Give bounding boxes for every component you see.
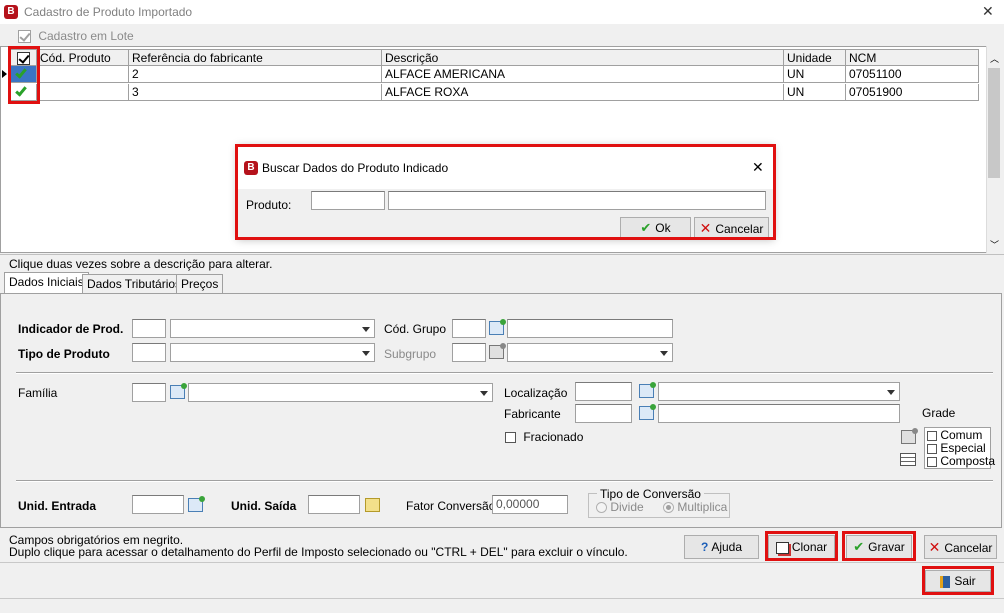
col-ncm[interactable]: NCM — [846, 49, 979, 66]
multiplica-radio[interactable] — [663, 502, 674, 514]
tipo-label: Tipo de Produto — [18, 347, 110, 361]
fabricante-lookup-icon[interactable] — [639, 404, 656, 420]
highlight-check-column — [8, 46, 40, 104]
divide-radio[interactable] — [596, 502, 607, 514]
fracionado-option[interactable]: Fracionado — [505, 430, 583, 444]
fator-input[interactable]: 0,00000 — [492, 495, 568, 514]
highlight-dialog — [235, 144, 776, 240]
subgrupo-lookup-icon[interactable] — [489, 343, 506, 359]
tab-precos[interactable]: Preços — [176, 274, 224, 293]
tipo-combo[interactable] — [170, 343, 375, 362]
indicador-combo[interactable] — [170, 319, 375, 338]
grade-composta-checkbox[interactable] — [927, 456, 937, 467]
fracionado-checkbox[interactable] — [505, 432, 516, 444]
batch-checkbox[interactable] — [18, 30, 31, 44]
grade-label: Grade — [922, 406, 956, 420]
unid-saida-input[interactable] — [308, 495, 360, 514]
unid-saida-lookup-icon[interactable] — [365, 498, 380, 512]
fabricante-desc-input[interactable] — [658, 404, 900, 423]
fracionado-label: Fracionado — [523, 430, 584, 444]
familia-combo[interactable] — [188, 383, 493, 402]
cod-grupo-label: Cód. Grupo — [384, 322, 447, 336]
fabricante-code-input[interactable] — [575, 404, 632, 423]
col-referencia[interactable]: Referência do fabricante — [129, 49, 382, 66]
footer-divider — [0, 562, 1004, 563]
row-2-ncm[interactable]: 07051900 — [846, 84, 979, 101]
cancelar-button[interactable]: ✕ Cancelar — [924, 535, 997, 559]
row-1-ncm[interactable]: 07051100 — [846, 66, 979, 83]
unid-saida-label: Unid. Saída — [231, 499, 297, 513]
row-2-unidade[interactable]: UN — [784, 84, 846, 101]
subgrupo-label: Subgrupo — [384, 347, 437, 361]
highlight-clonar — [765, 531, 838, 561]
footer-note-perfil: Duplo clique para acessar o detalhamento… — [9, 545, 628, 559]
grid-scroll-thumb[interactable] — [988, 68, 1000, 178]
divide-label: Divide — [610, 500, 644, 514]
tab-dados-tributarios[interactable]: Dados Tributários — [82, 274, 187, 293]
tipo-code-input[interactable] — [132, 343, 166, 362]
fabricante-label: Fabricante — [504, 407, 561, 421]
current-row-indicator-icon — [2, 70, 7, 78]
grupo-lookup-icon[interactable] — [489, 319, 506, 335]
localizacao-lookup-icon[interactable] — [639, 382, 656, 398]
row-2-desc[interactable]: ALFACE ROXA — [382, 84, 784, 101]
grade-comum-checkbox[interactable] — [927, 430, 937, 441]
localizacao-combo[interactable] — [658, 382, 900, 401]
grade-option-composta[interactable]: Composta — [927, 455, 995, 468]
app-logo-icon: B — [4, 5, 18, 19]
grade-especial-checkbox[interactable] — [927, 443, 937, 454]
col-cod-produto[interactable]: Cód. Produto — [37, 49, 129, 66]
grupo-desc-input[interactable] — [507, 319, 673, 338]
grade-edit-icon[interactable] — [901, 428, 918, 444]
row-2-cod[interactable] — [37, 84, 129, 101]
scroll-down-icon[interactable]: ﹀ — [990, 238, 999, 251]
batch-label: Cadastro em Lote — [38, 29, 134, 43]
highlight-sair — [922, 566, 994, 595]
window-close-icon[interactable]: ✕ — [982, 3, 994, 20]
unid-entrada-lookup-icon[interactable] — [188, 496, 205, 512]
multiplica-option[interactable]: Multiplica — [663, 500, 727, 514]
row-1-ref[interactable]: 2 — [129, 66, 382, 83]
ajuda-button[interactable]: ? Ajuda — [684, 535, 759, 559]
row-1-desc[interactable]: ALFACE AMERICANA — [382, 66, 784, 83]
grade-composta-label: Composta — [940, 454, 996, 468]
row-1-unidade[interactable]: UN — [784, 66, 846, 83]
col-descricao[interactable]: Descrição — [382, 49, 784, 66]
unid-entrada-label: Unid. Entrada — [18, 499, 97, 513]
indicador-label: Indicador de Prod. — [18, 322, 124, 336]
fator-label: Fator Conversão — [406, 499, 496, 513]
unid-entrada-input[interactable] — [132, 495, 184, 514]
tipo-conversao-label: Tipo de Conversão — [597, 487, 704, 501]
row-1-cod[interactable] — [37, 66, 129, 83]
separator-2 — [16, 480, 993, 482]
batch-toggle[interactable]: Cadastro em Lote — [18, 29, 134, 45]
cancelar-x-icon: ✕ — [928, 539, 941, 555]
hint-text: Clique duas vezes sobre a descrição para… — [9, 257, 273, 271]
divide-option[interactable]: Divide — [596, 500, 644, 514]
localizacao-code-input[interactable] — [575, 382, 632, 401]
grade-especial-label: Especial — [940, 441, 986, 455]
scroll-up-icon[interactable]: ︿ — [990, 52, 999, 65]
grade-table-icon[interactable] — [900, 453, 916, 466]
multiplica-label: Multiplica — [677, 500, 728, 514]
highlight-gravar — [842, 531, 916, 561]
col-unidade[interactable]: Unidade — [784, 49, 846, 66]
subgrupo-input[interactable] — [452, 343, 486, 362]
tab-dados-iniciais[interactable]: Dados Iniciais — [4, 272, 89, 294]
separator-1 — [16, 372, 993, 374]
grade-comum-label: Comum — [940, 428, 983, 442]
window-title: Cadastro de Produto Importado — [24, 5, 193, 19]
familia-code-input[interactable] — [132, 383, 166, 402]
row-2-ref[interactable]: 3 — [129, 84, 382, 101]
cod-grupo-input[interactable] — [452, 319, 486, 338]
indicador-code-input[interactable] — [132, 319, 166, 338]
familia-lookup-icon[interactable] — [170, 383, 187, 399]
localizacao-label: Localização — [504, 386, 568, 400]
subgrupo-combo[interactable] — [507, 343, 673, 362]
status-bar — [0, 598, 1004, 613]
familia-label: Família — [18, 386, 58, 400]
help-icon: ? — [700, 540, 709, 554]
